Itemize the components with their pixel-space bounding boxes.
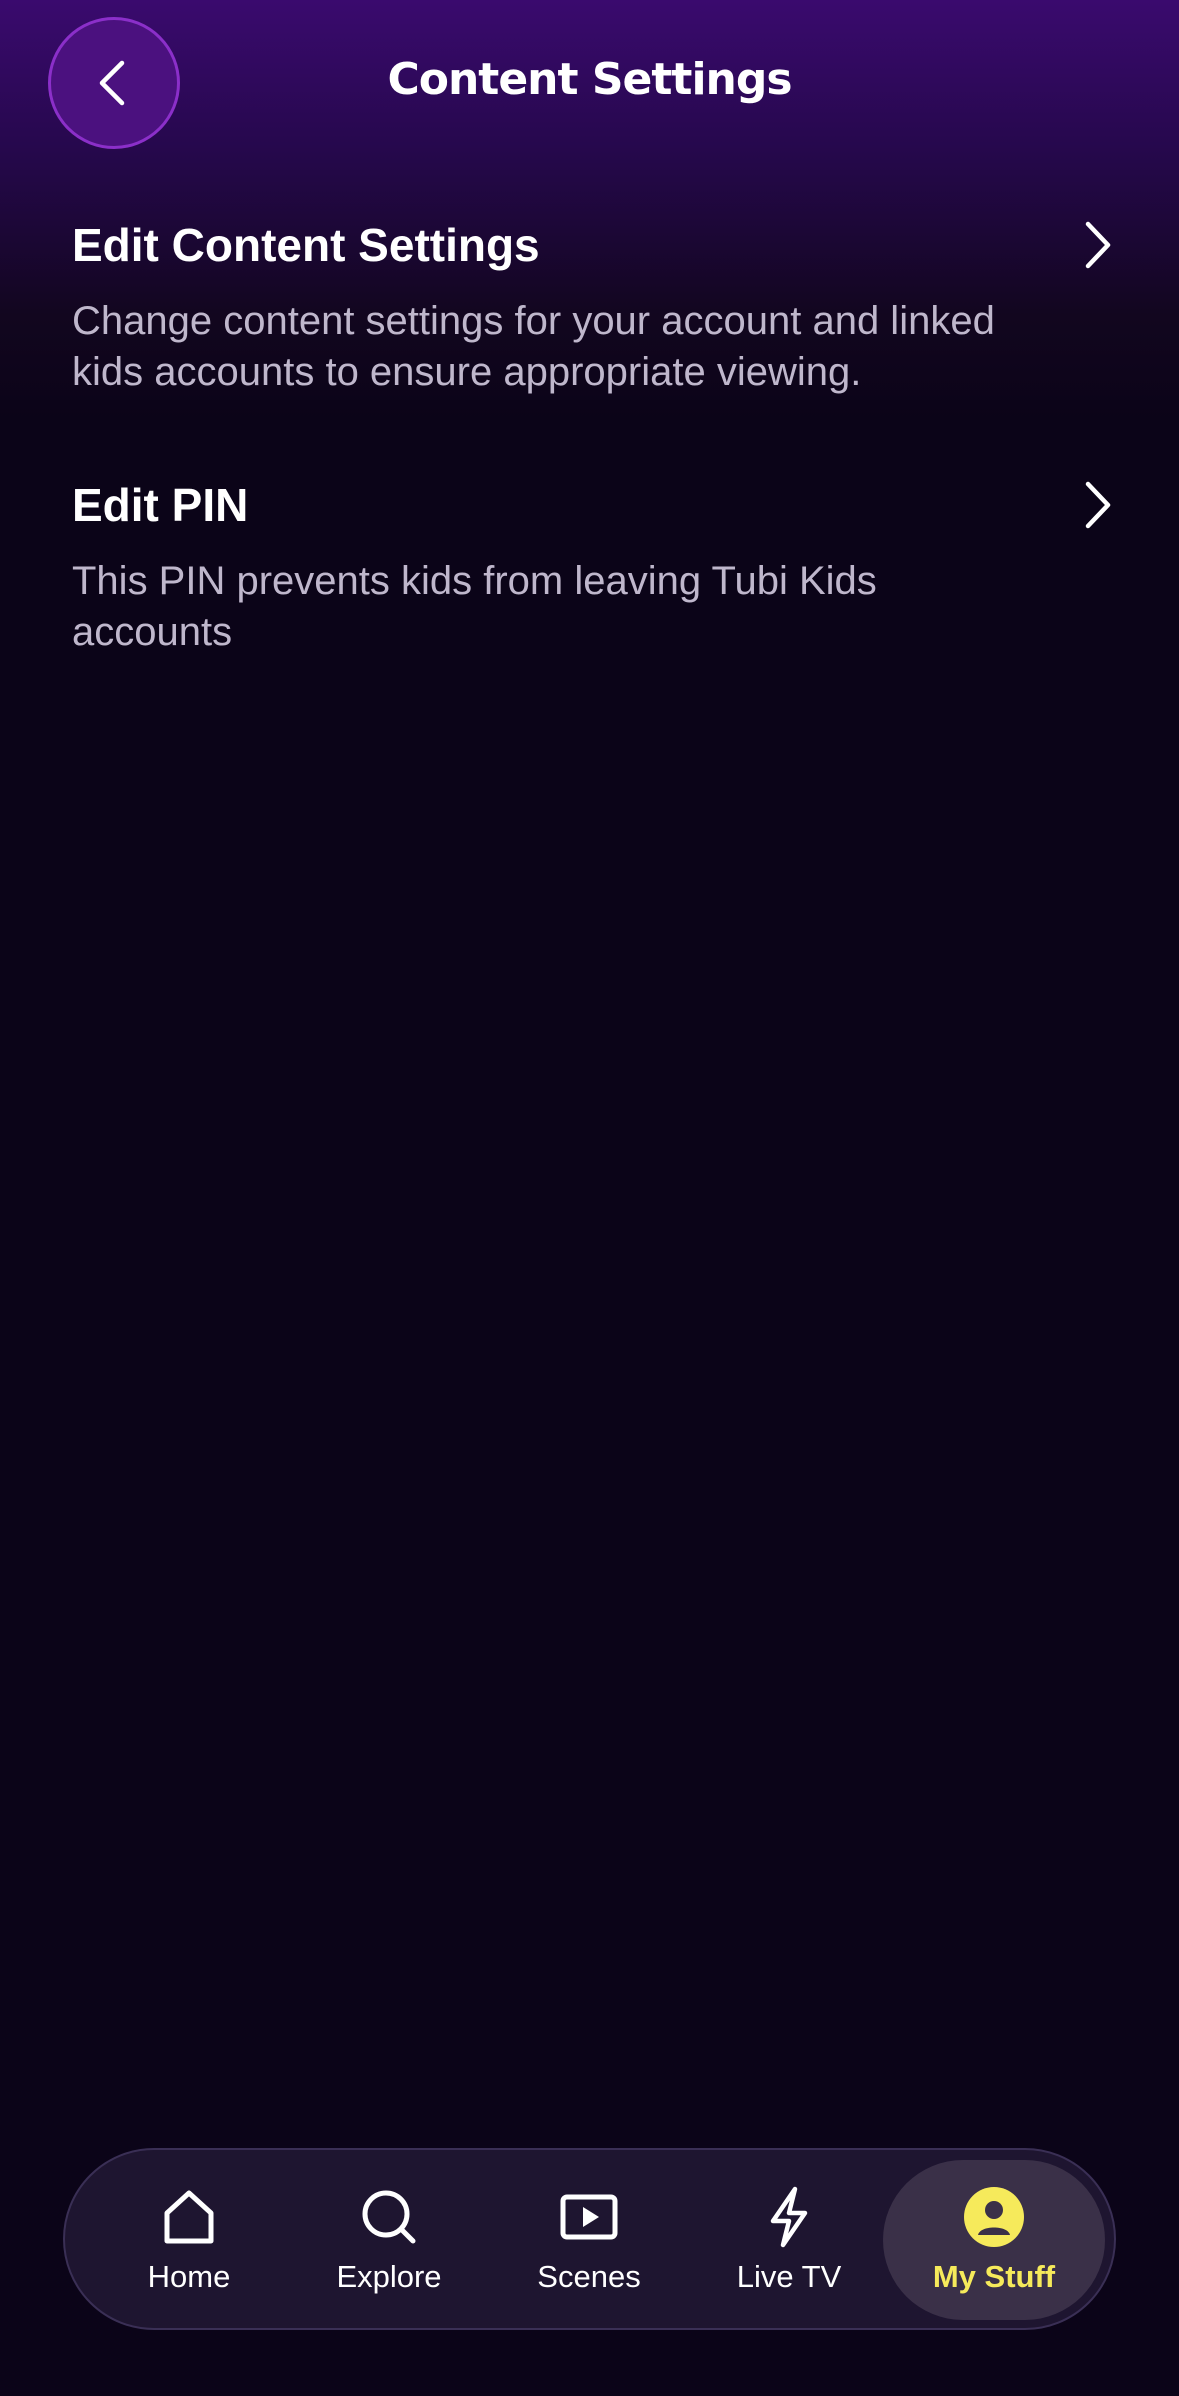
edit-content-settings-item[interactable]: Edit Content Settings Change content set… xyxy=(72,210,1122,398)
bottom-tab-bar: Home Explore Scenes Live TV My Stuff xyxy=(63,2148,1116,2330)
tab-label: Live TV xyxy=(736,2259,842,2294)
header: Content Settings xyxy=(0,0,1179,170)
search-icon xyxy=(362,2190,416,2244)
settings-item-title: Edit Content Settings xyxy=(72,219,540,271)
tab-label: My Stuff xyxy=(932,2259,1056,2294)
tab-scenes[interactable]: Scenes xyxy=(489,2160,689,2320)
tab-label: Scenes xyxy=(537,2259,641,2294)
tab-my-stuff[interactable]: My Stuff xyxy=(883,2160,1105,2320)
tab-label: Explore xyxy=(336,2259,442,2294)
tab-explore[interactable]: Explore xyxy=(289,2160,489,2320)
profile-icon xyxy=(964,2187,1024,2247)
lightning-icon xyxy=(770,2186,808,2248)
tab-home[interactable]: Home xyxy=(89,2160,289,2320)
home-icon xyxy=(164,2190,214,2244)
chevron-right-icon xyxy=(1085,481,1111,529)
tab-live-tv[interactable]: Live TV xyxy=(689,2160,889,2320)
page-title: Content Settings xyxy=(387,54,792,105)
edit-pin-item[interactable]: Edit PIN This PIN prevents kids from lea… xyxy=(72,470,1122,658)
settings-item-description: Change content settings for your account… xyxy=(72,299,995,394)
tab-label: Home xyxy=(147,2259,231,2294)
play-icon xyxy=(560,2194,618,2240)
settings-item-description: This PIN prevents kids from leaving Tubi… xyxy=(72,559,877,654)
settings-item-title: Edit PIN xyxy=(72,479,249,531)
settings-list: Edit Content Settings Change content set… xyxy=(72,210,1122,658)
chevron-right-icon xyxy=(1085,221,1111,269)
